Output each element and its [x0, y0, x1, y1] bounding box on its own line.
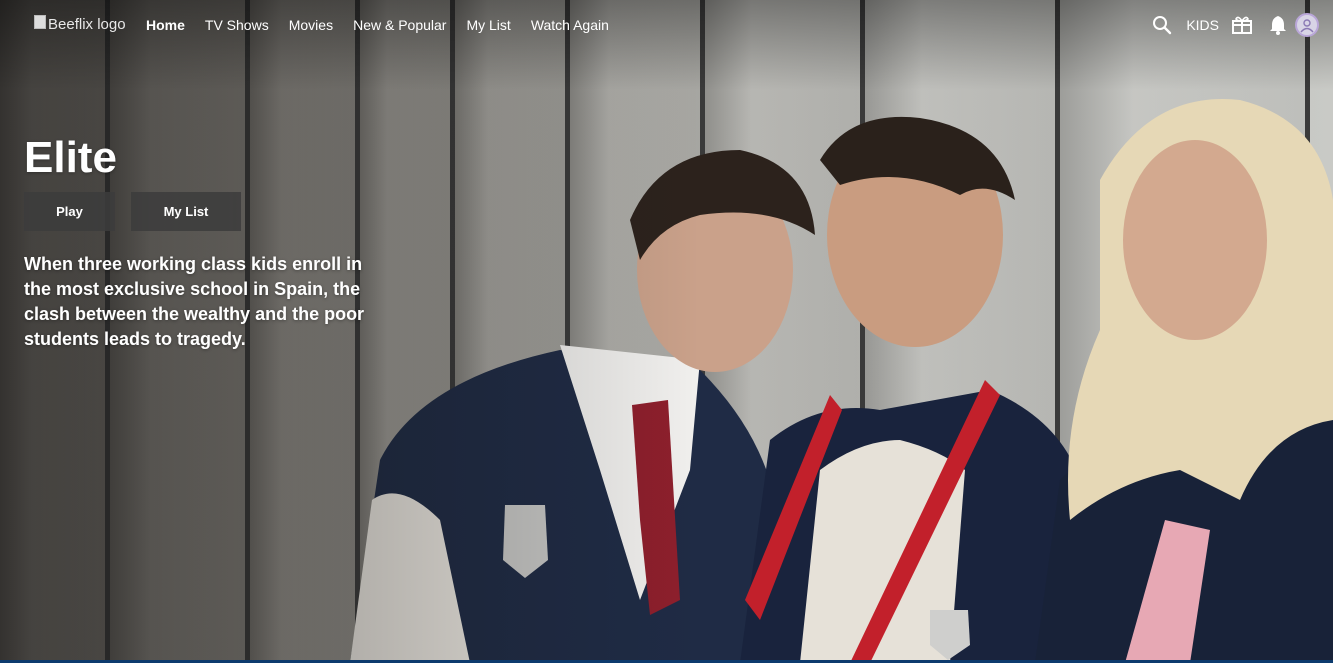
hero-title: Elite: [24, 133, 117, 182]
nav-link-new-popular[interactable]: New & Popular: [353, 17, 446, 33]
gift-icon[interactable]: [1231, 15, 1253, 35]
logo-alt-text: Beeflix logo: [48, 16, 126, 33]
nav-link-my-list[interactable]: My List: [466, 17, 510, 33]
nav-link-tv-shows[interactable]: TV Shows: [205, 17, 269, 33]
broken-image-icon: [34, 15, 46, 29]
nav-link-movies[interactable]: Movies: [289, 17, 333, 33]
hero-description: When three working class kids enroll in …: [24, 254, 365, 349]
kids-link[interactable]: KIDS: [1186, 17, 1219, 33]
search-icon[interactable]: [1152, 15, 1172, 35]
nav-link-home[interactable]: Home: [146, 17, 185, 33]
hero-content: Elite Play My List When three working cl…: [24, 130, 404, 352]
top-navbar: Beeflix logo Home TV Shows Movies New & …: [0, 0, 1333, 52]
user-icon: [1300, 19, 1314, 33]
nav-actions: KIDS: [1136, 12, 1319, 38]
hero-buttons: Play My List: [24, 192, 404, 231]
profile-avatar[interactable]: [1295, 13, 1319, 37]
nav-link-watch-again[interactable]: Watch Again: [531, 17, 609, 33]
play-button[interactable]: Play: [24, 192, 115, 231]
my-list-button[interactable]: My List: [131, 192, 241, 231]
site-logo[interactable]: Beeflix logo: [34, 14, 126, 36]
nav-links: Home TV Shows Movies New & Popular My Li…: [146, 17, 629, 33]
bell-icon[interactable]: [1269, 15, 1287, 35]
